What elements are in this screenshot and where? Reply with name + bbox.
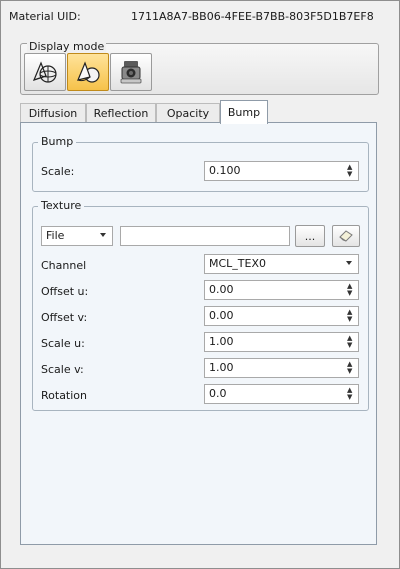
scale-v-label: Scale v: <box>41 363 84 376</box>
scale-v-spinbox[interactable]: 1.00 ▲ ▼ <box>204 358 359 378</box>
texture-group-title: Texture <box>38 199 85 212</box>
render-mode-button[interactable] <box>110 53 152 91</box>
channel-value: MCL_TEX0 <box>209 257 267 270</box>
scale-u-label: Scale u: <box>41 337 85 350</box>
solid-shapes-icon <box>76 61 100 83</box>
browse-button[interactable]: ... <box>295 225 325 247</box>
spin-arrows-icon[interactable]: ▲ ▼ <box>347 283 356 297</box>
material-tabs: Diffusion Reflection Opacity Bump <box>20 100 380 124</box>
spin-arrows-icon[interactable]: ▲ ▼ <box>347 309 356 323</box>
tab-opacity[interactable]: Opacity <box>156 103 220 123</box>
spin-arrows-icon[interactable]: ▲ ▼ <box>347 387 356 401</box>
texture-group: Texture File ... Channel MCL_TEX0 Offset… <box>32 199 369 411</box>
offset-u-label: Offset u: <box>41 285 89 298</box>
texture-source-select[interactable]: File <box>41 226 113 246</box>
bump-tab-panel: Bump Scale: 0.100 ▲ ▼ Texture File ... Ch… <box>20 122 377 545</box>
tab-diffusion[interactable]: Diffusion <box>20 103 86 123</box>
rotation-value: 0.0 <box>209 387 227 400</box>
browse-label: ... <box>304 229 316 243</box>
bump-scale-spinbox[interactable]: 0.100 ▲ ▼ <box>204 161 359 181</box>
chevron-down-icon <box>346 261 352 265</box>
bump-group: Bump Scale: 0.100 ▲ ▼ <box>32 135 369 192</box>
scale-v-value: 1.00 <box>209 361 234 374</box>
tab-bump[interactable]: Bump <box>220 100 268 124</box>
tab-label: Bump <box>227 106 261 119</box>
spin-arrows-icon[interactable]: ▲ ▼ <box>347 335 356 349</box>
tab-label: Reflection <box>93 107 149 120</box>
channel-select[interactable]: MCL_TEX0 <box>204 254 359 274</box>
tab-label: Diffusion <box>28 107 78 120</box>
wireframe-mode-button[interactable] <box>24 53 66 91</box>
offset-v-value: 0.00 <box>209 309 234 322</box>
bump-scale-value: 0.100 <box>209 164 241 177</box>
rotation-spinbox[interactable]: 0.0 ▲ ▼ <box>204 384 359 404</box>
solid-mode-button[interactable] <box>67 53 109 91</box>
eraser-icon <box>339 230 353 242</box>
bump-group-title: Bump <box>38 135 77 148</box>
tab-reflection[interactable]: Reflection <box>86 103 156 123</box>
rotation-label: Rotation <box>41 389 88 402</box>
spin-arrows-icon[interactable]: ▲ ▼ <box>347 164 356 178</box>
wireframe-shapes-icon <box>32 61 57 83</box>
offset-v-spinbox[interactable]: 0.00 ▲ ▼ <box>204 306 359 326</box>
spin-arrows-icon[interactable]: ▲ ▼ <box>347 361 356 375</box>
chevron-down-icon <box>100 233 106 237</box>
display-mode-group: Display mode <box>20 40 379 95</box>
offset-v-label: Offset v: <box>41 311 88 324</box>
clear-texture-button[interactable] <box>332 225 360 247</box>
tab-label: Opacity <box>166 107 210 120</box>
offset-u-spinbox[interactable]: 0.00 ▲ ▼ <box>204 280 359 300</box>
material-uid-value: 1711A8A7-BB06-4FEE-B7BB-803F5D1B7EF8 <box>131 10 374 23</box>
texture-path-input[interactable] <box>120 226 290 246</box>
display-mode-title: Display mode <box>27 40 107 53</box>
scale-u-value: 1.00 <box>209 335 234 348</box>
bump-scale-label: Scale: <box>41 165 75 178</box>
texture-source-value: File <box>46 229 65 242</box>
scale-u-spinbox[interactable]: 1.00 ▲ ▼ <box>204 332 359 352</box>
material-uid-label: Material UID: <box>9 10 81 23</box>
offset-u-value: 0.00 <box>209 283 234 296</box>
channel-label: Channel <box>41 259 87 272</box>
camera-render-icon <box>120 61 142 84</box>
